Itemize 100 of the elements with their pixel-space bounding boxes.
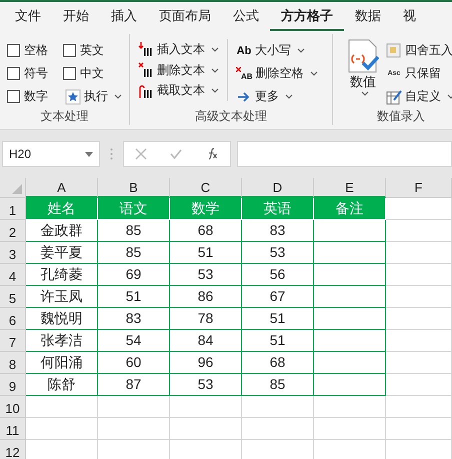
ribbon-tab[interactable]: 文件 <box>4 2 52 31</box>
row-header[interactable]: 10 <box>0 396 26 418</box>
ribbon-button[interactable]: 插入文本 <box>136 39 221 60</box>
caret-icon <box>360 91 368 96</box>
table-cell: 何阳涌 <box>26 352 98 374</box>
value-button[interactable]: 数值 <box>345 39 381 108</box>
table-cell: 金政群 <box>26 220 98 242</box>
table-cell: 67 <box>242 286 314 308</box>
group-label: 文本处理 <box>40 108 90 125</box>
table-cell: 85 <box>98 220 170 242</box>
ribbon-button[interactable]: 截取文本 <box>136 80 221 102</box>
checkbox[interactable]: 空格 <box>7 39 53 62</box>
ribbon-tab[interactable]: 页面布局 <box>148 2 222 31</box>
table-cell: 51 <box>98 286 170 308</box>
row-header[interactable]: 3 <box>0 242 26 264</box>
column-header[interactable]: E <box>314 178 386 198</box>
grid-square-icon <box>386 42 402 58</box>
row-header[interactable]: 4 <box>0 264 26 286</box>
text-bars-icon <box>138 41 154 58</box>
ribbon-tab[interactable]: 数据 <box>344 2 392 31</box>
caret-icon <box>297 48 305 53</box>
formula-input[interactable] <box>237 141 452 167</box>
execute-button[interactable]: 执行 <box>63 85 129 108</box>
table-cell: 51 <box>242 308 314 330</box>
cancel-icon[interactable] <box>135 148 148 160</box>
table-cell: 陈舒 <box>26 374 98 396</box>
table-cell: 英语 <box>242 198 314 220</box>
table-cell: 84 <box>170 330 242 352</box>
document-check-icon <box>347 39 379 73</box>
table-cell: 96 <box>170 352 242 374</box>
checkbox[interactable]: 中文 <box>63 62 129 85</box>
row-header[interactable]: 1 <box>0 198 26 220</box>
table-cell: 许玉凤 <box>26 286 98 308</box>
table-cell: 姓名 <box>26 198 98 220</box>
name-box[interactable]: H20 <box>2 141 100 167</box>
table-cell: 姜平夏 <box>26 242 98 264</box>
table-cell: 51 <box>242 330 314 352</box>
table-cell: 85 <box>98 242 170 264</box>
row-header[interactable]: 7 <box>0 330 26 352</box>
table-cell: 69 <box>98 264 170 286</box>
table-cell: 魏悦明 <box>26 308 98 330</box>
table-cell: 68 <box>170 220 242 242</box>
ribbon-button[interactable]: Ab 大小写 <box>234 39 320 62</box>
enter-icon[interactable] <box>170 148 182 160</box>
table-cell: 83 <box>242 220 314 242</box>
ribbon-tab[interactable]: 开始 <box>52 2 100 31</box>
checkbox[interactable]: 符号 <box>7 62 53 85</box>
table-cell: 孔绮菱 <box>26 264 98 286</box>
caret-icon <box>114 94 122 99</box>
text-bars-icon <box>138 82 154 99</box>
row-header[interactable]: 6 <box>0 308 26 330</box>
table-cell: 56 <box>242 264 314 286</box>
caret-icon <box>211 68 219 72</box>
table-cell: 78 <box>170 308 242 330</box>
table-cell: 53 <box>242 242 314 264</box>
row-header[interactable]: 8 <box>0 352 26 374</box>
grip-icon <box>110 148 113 160</box>
checkbox[interactable]: 英文 <box>63 39 129 62</box>
ribbon-tab[interactable]: 视 <box>392 2 427 31</box>
table-cell: 备注 <box>314 198 386 220</box>
row-header[interactable]: 12 <box>0 440 26 459</box>
text-bars-icon <box>138 62 154 78</box>
table-cell: 语文 <box>98 198 170 220</box>
table-cell: 张孝洁 <box>26 330 98 352</box>
table-cell: 53 <box>170 264 242 286</box>
column-header[interactable]: A <box>26 178 98 198</box>
group-label: 高级文本处理 <box>194 108 268 125</box>
caret-icon <box>211 46 219 52</box>
column-header[interactable]: D <box>242 178 314 198</box>
row-header[interactable]: 5 <box>0 286 26 308</box>
table-cell: 54 <box>98 330 170 352</box>
table-cell: 68 <box>242 352 314 374</box>
table-cell: 86 <box>170 286 242 308</box>
table-cell: 数学 <box>170 198 242 220</box>
table-cell: 87 <box>98 374 170 396</box>
column-header[interactable]: B <box>98 178 170 198</box>
ribbon-button[interactable]: 删除文本 <box>136 60 221 80</box>
caret-icon <box>310 71 318 76</box>
table-cell: 60 <box>98 352 170 374</box>
table-cell: 51 <box>170 242 242 264</box>
ribbon-button[interactable]: AB 删除空格 <box>234 62 320 85</box>
select-all-icon[interactable] <box>12 184 22 194</box>
column-header[interactable]: C <box>170 178 242 198</box>
ribbon-button[interactable]: 自定义 <box>384 85 452 108</box>
column-header[interactable]: F <box>386 178 452 198</box>
ribbon-tab[interactable]: 插入 <box>100 2 148 31</box>
table-cell: 85 <box>242 374 314 396</box>
checkbox[interactable]: 数字 <box>7 85 53 108</box>
table-pen-icon <box>386 88 402 104</box>
row-header[interactable]: 11 <box>0 418 26 440</box>
table-cell: 53 <box>170 374 242 396</box>
ribbon-tab[interactable]: 公式 <box>222 2 270 31</box>
caret-icon <box>211 88 219 94</box>
caret-icon <box>285 94 293 99</box>
case-icon: Ab <box>236 44 252 56</box>
ribbon-button[interactable]: 更多 <box>234 85 320 108</box>
row-header[interactable]: 2 <box>0 220 26 242</box>
table-cell: 83 <box>98 308 170 330</box>
row-header[interactable]: 9 <box>0 374 26 396</box>
group-label: 数值录入 <box>376 108 426 125</box>
